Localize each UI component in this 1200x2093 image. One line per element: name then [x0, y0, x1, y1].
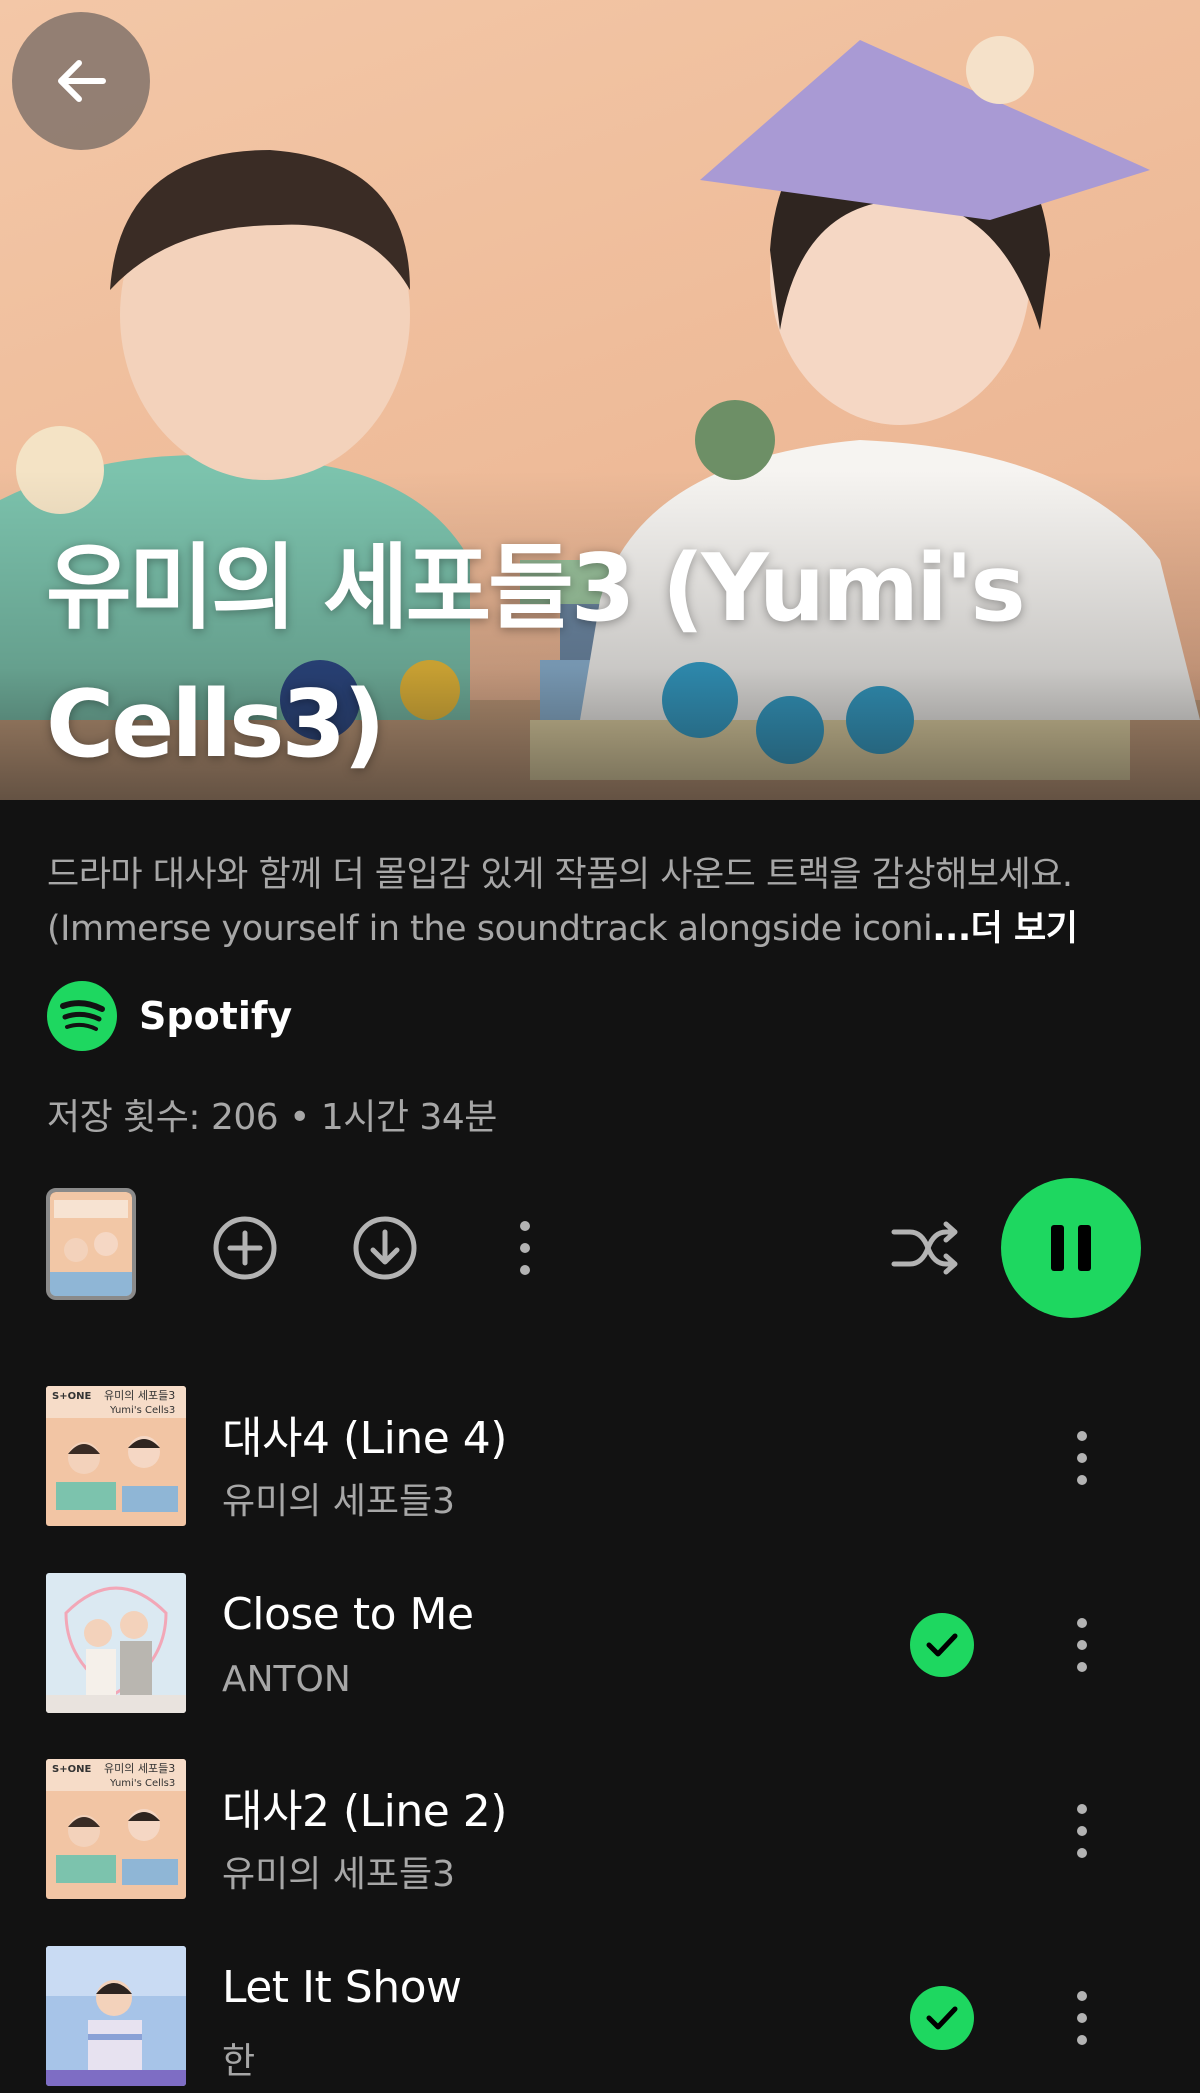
track-more-button[interactable]: [1050, 1982, 1114, 2054]
track-artist: ANTON: [222, 1659, 351, 1700]
track-title: 대사4 (Line 4): [222, 1413, 507, 1464]
more-options-button[interactable]: [489, 1212, 561, 1284]
cover-title-kr: 유미의 세포들3: [104, 1762, 175, 1775]
cover-title-en: Yumi's Cells3: [109, 1405, 175, 1416]
track-artist: 한: [222, 2041, 256, 2082]
track-artist: 유미의 세포들3: [222, 1481, 456, 1522]
cover-label: S+ONE: [52, 1764, 91, 1775]
track-artwork: S+ONE 유미의 세포들3 Yumi's Cells3: [46, 1386, 186, 1526]
add-circle-icon: [213, 1216, 277, 1280]
track-more-button[interactable]: [1050, 1609, 1114, 1681]
track-row[interactable]: Let It Show 한: [0, 1946, 1200, 2086]
more-vertical-icon: [520, 1221, 530, 1275]
downloaded-badge: [910, 1613, 974, 1677]
cover-label: S+ONE: [52, 1391, 91, 1402]
description-line-1: 드라마 대사와 함께 더 몰입감 있게 작품의 사운드 트랙을 감상해보세요.: [47, 855, 1073, 895]
more-vertical-icon: [1077, 1804, 1087, 1858]
track-artwork: [46, 1946, 186, 2086]
track-more-button[interactable]: [1050, 1422, 1114, 1494]
track-title: Let It Show: [222, 1962, 462, 2013]
check-icon: [926, 2006, 958, 2030]
back-button[interactable]: [12, 12, 150, 150]
playlist-hero: 유미의 세포들3 (Yumi's Cells3): [0, 0, 1200, 800]
description-line-2-text: (Immerse yourself in the soundtrack alon…: [47, 909, 933, 949]
track-artwork: S+ONE 유미의 세포들3 Yumi's Cells3: [46, 1759, 186, 1899]
pause-icon: [1051, 1225, 1091, 1271]
playlist-screen: 유미의 세포들3 (Yumi's Cells3) 드라마 대사와 함께 더 몰입…: [0, 0, 1200, 2093]
description-line-2: (Immerse yourself in the soundtrack alon…: [47, 902, 1157, 956]
add-to-library-button[interactable]: [209, 1212, 281, 1284]
more-vertical-icon: [1077, 1431, 1087, 1485]
playlist-owner[interactable]: Spotify: [47, 981, 292, 1051]
download-button[interactable]: [349, 1212, 421, 1284]
more-link[interactable]: ...더 보기: [932, 909, 1078, 949]
track-artist: 유미의 세포들3: [222, 1854, 456, 1895]
shuffle-button[interactable]: [889, 1212, 961, 1284]
downloaded-badge: [910, 1986, 974, 2050]
track-title: Close to Me: [222, 1589, 474, 1640]
playlist-stats: 저장 횟수: 206 • 1시간 34분: [47, 1097, 497, 1138]
playlist-cover-thumbnail[interactable]: [46, 1188, 136, 1300]
cover-thumbnail-image: [50, 1192, 132, 1296]
more-vertical-icon: [1077, 1991, 1087, 2045]
track-row[interactable]: S+ONE 유미의 세포들3 Yumi's Cells3 대사2 (Line 2…: [0, 1759, 1200, 1899]
track-row[interactable]: Close to Me ANTON: [0, 1573, 1200, 1713]
cover-title-kr: 유미의 세포들3: [104, 1389, 175, 1402]
check-icon: [926, 1633, 958, 1657]
cover-title-en: Yumi's Cells3: [109, 1778, 175, 1789]
arrow-left-icon: [58, 60, 106, 102]
track-more-button[interactable]: [1050, 1795, 1114, 1867]
playlist-description: 드라마 대사와 함께 더 몰입감 있게 작품의 사운드 트랙을 감상해보세요. …: [47, 848, 1157, 956]
pause-button[interactable]: [1001, 1178, 1141, 1318]
track-artwork: [46, 1573, 186, 1713]
track-row[interactable]: S+ONE 유미의 세포들3 Yumi's Cells3 대사4 (Line 4…: [0, 1386, 1200, 1526]
playlist-title: 유미의 세포들3 (Yumi's Cells3): [46, 534, 1026, 778]
shuffle-icon: [891, 1221, 958, 1275]
track-title: 대사2 (Line 2): [222, 1786, 507, 1837]
download-icon: [353, 1216, 417, 1280]
more-vertical-icon: [1077, 1618, 1087, 1672]
owner-name: Spotify: [139, 994, 293, 1038]
spotify-logo-icon: [47, 981, 117, 1051]
